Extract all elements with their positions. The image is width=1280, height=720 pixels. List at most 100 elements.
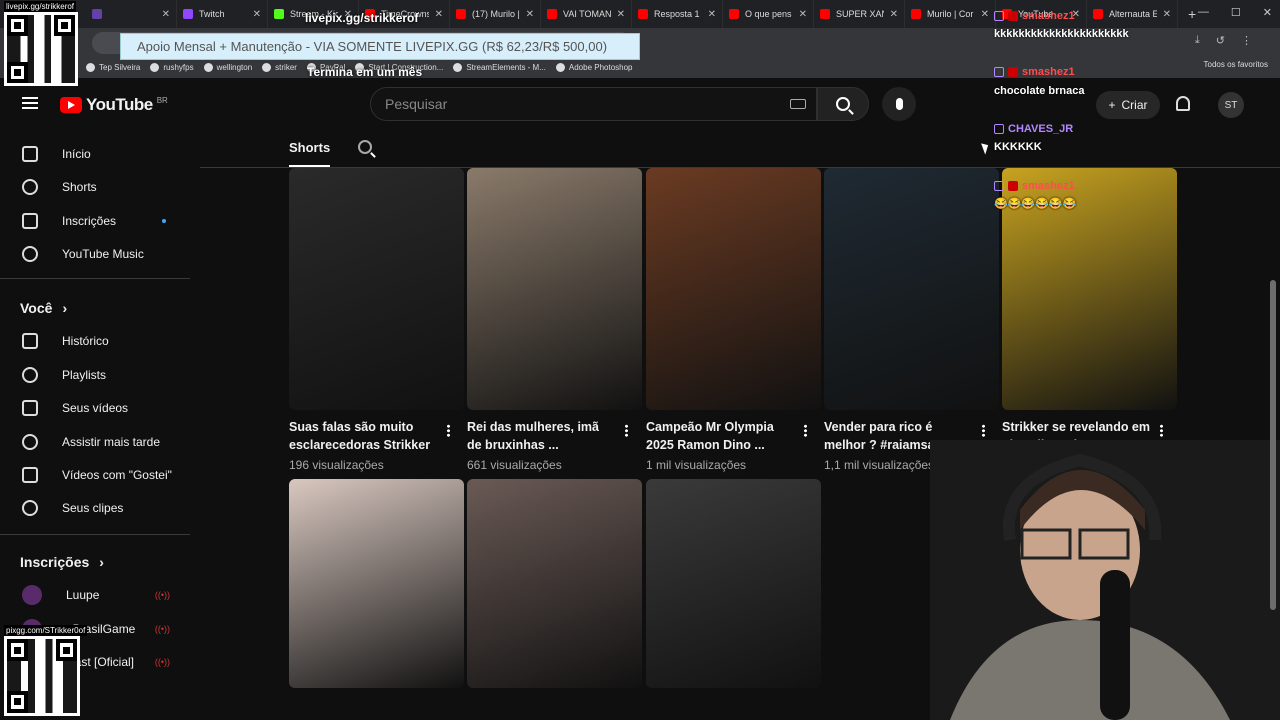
tab-close-icon[interactable]: ✕ <box>617 9 625 20</box>
voice-search-button[interactable] <box>882 87 916 121</box>
sidebar-item-in-cio[interactable]: Início <box>12 137 192 171</box>
more-actions-icon[interactable] <box>1160 424 1163 437</box>
browser-tab[interactable]: SUPER XANI ✕ <box>814 0 905 28</box>
menu-icon[interactable] <box>22 97 38 109</box>
tab-close-icon[interactable]: ✕ <box>981 9 989 20</box>
sidebar-item-you-2[interactable]: Seus vídeos <box>12 391 192 425</box>
chat-user-name: CHAVES_JR <box>1008 123 1074 135</box>
short-thumbnail[interactable] <box>289 479 464 688</box>
sidebar-item-you-0[interactable]: Histórico <box>12 324 192 358</box>
short-title[interactable]: Campeão Mr Olympia 2025 Ramon Dino ... <box>646 418 796 454</box>
page-scrollbar[interactable] <box>1270 280 1276 610</box>
sidebar-divider <box>0 278 190 279</box>
sidebar-item-label: Inscrições <box>62 214 117 228</box>
bookmark-item[interactable]: striker <box>262 62 297 72</box>
donation-banner-subtitle: Termina em um mês <box>307 65 423 79</box>
bookmark-item[interactable]: Tep Silveira <box>86 62 140 72</box>
short-card[interactable] <box>289 479 464 688</box>
channel-search-button[interactable] <box>358 140 372 154</box>
more-actions-icon[interactable] <box>625 424 628 437</box>
search-button[interactable] <box>817 87 869 121</box>
webcam-image <box>930 440 1280 720</box>
bookmark-item[interactable]: Adobe Photoshop <box>555 62 633 72</box>
tab-close-icon[interactable]: ✕ <box>708 9 716 20</box>
short-thumbnail[interactable] <box>467 168 642 410</box>
sidebar-item-label: Histórico <box>62 334 109 348</box>
bookmark-item[interactable]: rushyfps <box>150 62 194 72</box>
sidebar-item-you-1[interactable]: Playlists <box>12 358 192 392</box>
subscriber-badge-icon <box>994 124 1004 134</box>
tab-close-icon[interactable]: ✕ <box>799 9 807 20</box>
more-actions-icon[interactable] <box>447 424 450 437</box>
short-views: 196 visualizações <box>289 458 384 472</box>
subscriber-badge-icon <box>994 181 1004 191</box>
tab-favicon <box>638 9 648 19</box>
bookmark-item[interactable]: StreamElements - M... <box>453 62 546 72</box>
sidebar-item-label: Seus clipes <box>62 501 124 515</box>
youtube-logo[interactable]: YouTube BR <box>60 95 168 115</box>
short-title[interactable]: Rei das mulheres, imã de bruxinhas ... <box>467 418 617 454</box>
stream-screen: ✕ Twitch ✕ Stream - Kic ✕ TimeCrowns ✕ (17) Mur… <box>0 0 1280 720</box>
tab-close-icon[interactable]: ✕ <box>162 9 170 20</box>
keyboard-icon[interactable] <box>790 99 806 109</box>
bookmark-label: wellington <box>216 62 253 72</box>
sidebar-item-you-3[interactable]: Assistir mais tarde <box>12 425 192 459</box>
short-card[interactable]: Rei das mulheres, imã de bruxinhas ... 66… <box>467 168 642 472</box>
tab-shorts[interactable]: Shorts <box>289 140 331 167</box>
bookmark-icon <box>150 62 160 72</box>
browser-tab[interactable]: ✕ <box>86 0 177 28</box>
tab-title: VAI TOMAN <box>563 9 611 19</box>
short-thumbnail[interactable] <box>467 479 642 688</box>
section-title: Você <box>20 300 53 316</box>
music-icon <box>22 246 38 262</box>
bookmark-item[interactable]: wellington <box>203 62 253 72</box>
sidebar-section-subscriptions[interactable]: Inscrições › <box>20 554 104 570</box>
qr-code-top <box>4 12 78 86</box>
chat-message: 😂😂😂😂😂😂 <box>994 198 1077 210</box>
sidebar-item-you-5[interactable]: Seus clipes <box>12 491 192 525</box>
home-icon <box>22 146 38 162</box>
bookmark-icon <box>262 62 272 72</box>
sidebar-subscription[interactable]: Luupe ((•)) <box>12 578 192 612</box>
short-title[interactable]: Suas falas são muito esclarecedoras Stri… <box>289 418 439 454</box>
sidebar-item-you-4[interactable]: Vídeos com "Gostei" <box>12 458 192 492</box>
more-actions-icon[interactable] <box>982 424 985 437</box>
mod-badge-icon <box>1008 181 1018 191</box>
tab-title: O que pens <box>745 9 792 19</box>
more-actions-icon[interactable] <box>804 424 807 437</box>
chat-user-name: smashez1 <box>1022 66 1075 78</box>
live-icon: ((•)) <box>154 590 170 600</box>
browser-tab[interactable]: (17) Murilo | ✕ <box>450 0 541 28</box>
short-card[interactable]: Campeão Mr Olympia 2025 Ramon Dino ... 1 … <box>646 168 821 472</box>
browser-tab[interactable]: Twitch ✕ <box>177 0 268 28</box>
short-thumbnail[interactable] <box>646 479 821 688</box>
short-card[interactable]: Suas falas são muito esclarecedoras Stri… <box>289 168 464 472</box>
search-input[interactable] <box>371 88 771 120</box>
new-content-dot <box>162 219 166 223</box>
chat-message: KKKKKK <box>994 141 1042 153</box>
short-thumbnail[interactable] <box>824 168 999 410</box>
tab-favicon <box>911 9 921 19</box>
tab-close-icon[interactable]: ✕ <box>435 9 443 20</box>
sidebar-item-inscri-es[interactable]: Inscrições <box>12 204 192 238</box>
tab-close-icon[interactable]: ✕ <box>526 9 534 20</box>
sidebar-section-you[interactable]: Você › <box>20 300 67 316</box>
short-card[interactable] <box>467 479 642 688</box>
short-card[interactable]: Vender para rico é melhor ? #raiamsantos… <box>824 168 999 472</box>
short-card[interactable] <box>646 479 821 688</box>
bookmark-icon <box>555 62 565 72</box>
browser-tab[interactable]: O que pens ✕ <box>723 0 814 28</box>
short-thumbnail[interactable] <box>289 168 464 410</box>
sidebar-item-youtube-music[interactable]: YouTube Music <box>12 237 192 271</box>
search-box <box>370 87 817 121</box>
browser-tab[interactable]: Resposta 1 à ✕ <box>632 0 723 28</box>
qr-bottom-caption: pixgg.com/STrikker0of <box>4 625 88 636</box>
channel-avatar <box>22 585 42 605</box>
tab-close-icon[interactable]: ✕ <box>890 9 898 20</box>
short-thumbnail[interactable] <box>646 168 821 410</box>
tab-close-icon[interactable]: ✕ <box>253 9 261 20</box>
tab-favicon <box>729 9 739 19</box>
sidebar-item-shorts[interactable]: Shorts <box>12 170 192 204</box>
browser-tab[interactable]: Murilo | Cor ✕ <box>905 0 996 28</box>
browser-tab[interactable]: VAI TOMAN ✕ <box>541 0 632 28</box>
